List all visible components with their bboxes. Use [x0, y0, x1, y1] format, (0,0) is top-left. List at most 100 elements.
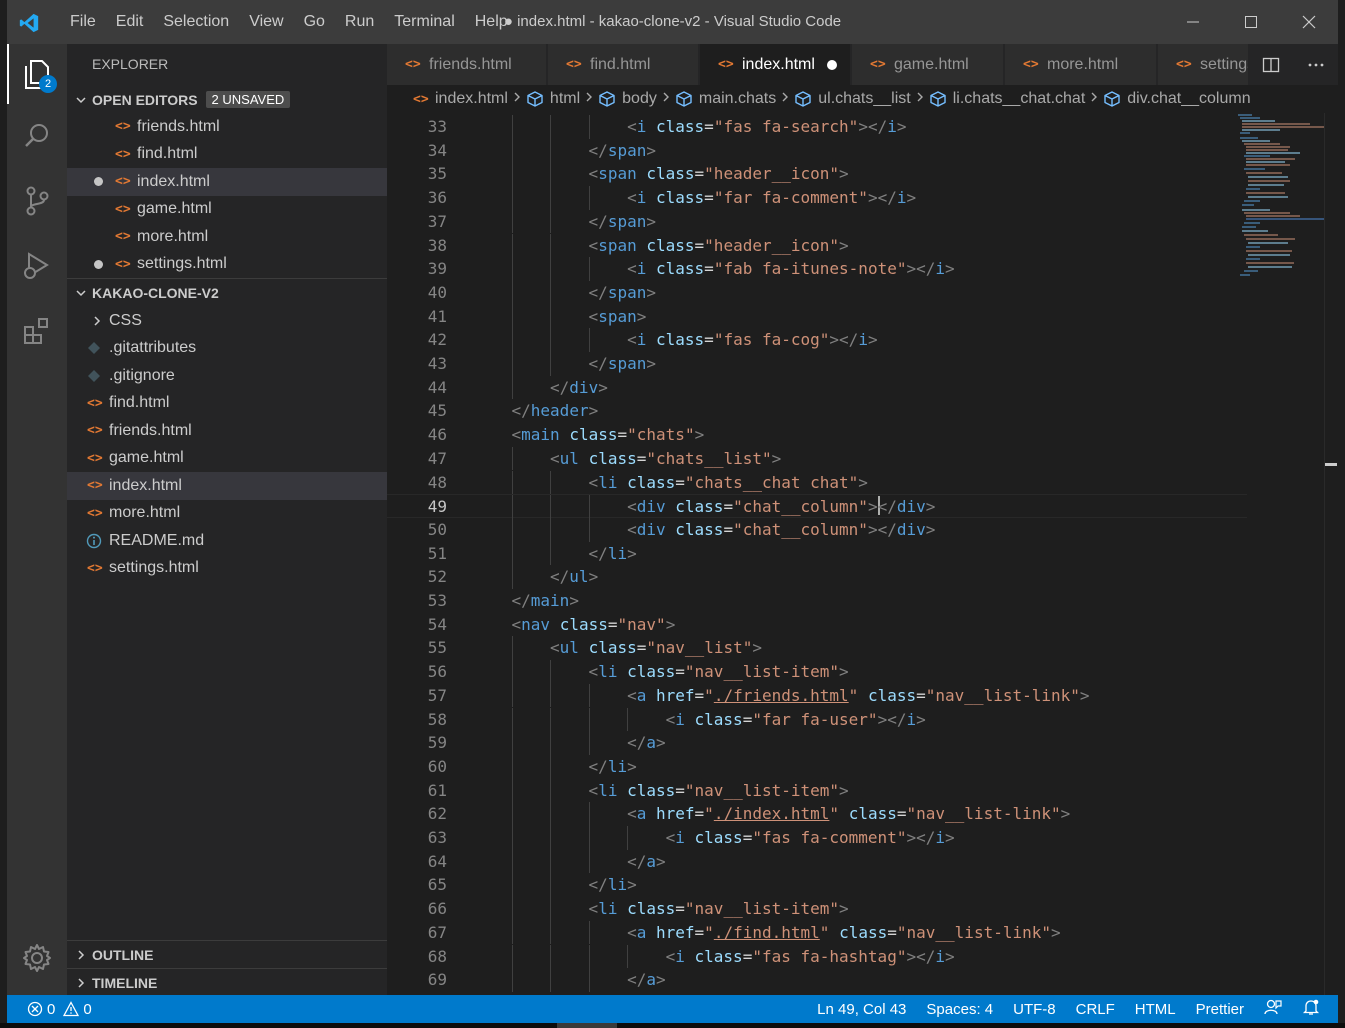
code-token: "fas fa-cog": [713, 330, 830, 350]
element-cube-icon: [794, 90, 812, 108]
indent-guide: [511, 944, 513, 969]
line-number: 61: [427, 780, 447, 800]
open-editor-label: game.html: [137, 200, 212, 218]
file-item[interactable]: .gitattributes: [67, 335, 387, 363]
extensions-button[interactable]: [7, 301, 67, 361]
tab-friends[interactable]: <> friends.html: [387, 44, 547, 85]
notifications-button[interactable]: [1292, 998, 1320, 1020]
split-editor-icon[interactable]: [1262, 56, 1280, 74]
file-item[interactable]: <> more.html: [67, 500, 387, 528]
code-token: "chats": [627, 425, 695, 445]
indent-guide: [588, 257, 590, 281]
code-token: main: [521, 425, 560, 445]
formatter[interactable]: Prettier: [1186, 1001, 1254, 1018]
indent-guide: [511, 304, 513, 329]
code-token: "fas fa-comment": [752, 828, 907, 847]
vscode-window: File Edit Selection View Go Run Terminal Help ●…: [7, 0, 1338, 1028]
menu-terminal[interactable]: Terminal: [384, 0, 464, 44]
search-button[interactable]: [7, 106, 67, 166]
breadcrumb-label: div.chat__column: [1127, 90, 1251, 107]
open-editor-item[interactable]: <> index.html: [67, 168, 387, 196]
menu-view[interactable]: View: [239, 0, 293, 44]
breadcrumb-item[interactable]: body: [598, 90, 657, 108]
code-text: <span class="header__icon">: [589, 162, 849, 186]
indent-guide: [511, 186, 513, 210]
file-item[interactable]: <> settings.html: [67, 555, 387, 583]
menu-file[interactable]: File: [60, 0, 106, 44]
menu-help[interactable]: Help: [465, 0, 518, 44]
source-control-button[interactable]: [7, 171, 67, 231]
code-token: </: [550, 567, 570, 587]
unsaved-dot-icon[interactable]: [826, 59, 837, 70]
menu-go[interactable]: Go: [294, 0, 335, 44]
end-of-line[interactable]: CRLF: [1066, 1001, 1125, 1018]
file-item[interactable]: <> index.html: [67, 472, 387, 500]
tab-more[interactable]: <> more.html: [1005, 44, 1157, 85]
open-editor-item[interactable]: <> find.html: [67, 141, 387, 169]
code-token: div: [896, 519, 926, 539]
unsaved-dot-icon: [94, 259, 103, 269]
code-token: class: [627, 899, 676, 919]
project-header[interactable]: KAKAO-CLONE-V2: [67, 279, 387, 306]
file-item[interactable]: <> find.html: [67, 390, 387, 418]
feedback-button[interactable]: [1254, 998, 1292, 1020]
indent-guide: [550, 683, 552, 708]
breadcrumb-label: index.html: [435, 90, 508, 107]
timeline-header[interactable]: TIMELINE: [67, 969, 387, 996]
file-item[interactable]: .gitignore: [67, 362, 387, 390]
breadcrumb-item[interactable]: ul.chats__list: [794, 90, 911, 108]
open-editor-item[interactable]: <> more.html: [67, 223, 387, 251]
breadcrumb-item[interactable]: main.chats: [675, 90, 776, 108]
maximize-button[interactable]: [1222, 0, 1280, 44]
code-text: </header>: [512, 399, 599, 423]
code-token: >: [858, 117, 868, 136]
menu-selection[interactable]: Selection: [153, 0, 239, 44]
folder-item[interactable]: CSS: [67, 307, 387, 335]
file-item[interactable]: README.md: [67, 527, 387, 555]
code-token: >: [925, 519, 936, 539]
open-editors-header[interactable]: OPEN EDITORS 2 UNSAVED: [67, 86, 387, 113]
tab-index[interactable]: <> index.html: [700, 44, 851, 85]
breadcrumb-item[interactable]: li.chats__chat.chat: [929, 90, 1085, 108]
breadcrumb-item[interactable]: <> index.html: [413, 90, 508, 108]
code-token: </: [511, 591, 531, 610]
code-line: 52 </ul>: [387, 565, 1247, 589]
outline-header[interactable]: OUTLINE: [67, 941, 387, 968]
open-editor-item[interactable]: <> friends.html: [67, 113, 387, 141]
tab-game[interactable]: <> game.html: [852, 44, 1004, 85]
code-editor[interactable]: 33 <i class="fas fa-search"></i> 34 </span>…: [387, 113, 1338, 995]
more-actions-icon[interactable]: [1307, 56, 1325, 74]
indent-guide: [511, 328, 513, 352]
run-debug-button[interactable]: [7, 236, 67, 296]
open-editor-item[interactable]: <> settings.html: [67, 251, 387, 279]
indent-guide: [550, 707, 552, 732]
file-label: .gitignore: [109, 366, 175, 384]
html-file-icon: <>: [115, 119, 131, 135]
vertical-scrollbar[interactable]: [1324, 113, 1338, 995]
open-editor-item[interactable]: <> game.html: [67, 196, 387, 224]
file-item[interactable]: <> game.html: [67, 445, 387, 473]
tab-find[interactable]: <> find.html: [548, 44, 699, 85]
encoding[interactable]: UTF-8: [1003, 1001, 1066, 1018]
menu-edit[interactable]: Edit: [106, 0, 154, 44]
manage-button[interactable]: [7, 928, 67, 988]
menu-run[interactable]: Run: [335, 0, 384, 44]
minimize-button[interactable]: [1164, 0, 1222, 44]
language-mode[interactable]: HTML: [1125, 1001, 1186, 1018]
tab-settings[interactable]: <> settings: [1158, 44, 1258, 85]
line-number: 47: [427, 448, 447, 468]
breadcrumb-item[interactable]: html: [526, 90, 580, 108]
cursor-position[interactable]: Ln 49, Col 43: [807, 1001, 916, 1018]
desktop-strip: [0, 1023, 1345, 1028]
problems-indicator[interactable]: 0 0: [27, 1001, 102, 1018]
file-label: settings.html: [109, 559, 199, 577]
code-text: <a href="./index.html" class="nav__list-…: [627, 802, 1070, 826]
breadcrumb-item[interactable]: div.chat__column: [1103, 90, 1251, 108]
explorer-button[interactable]: 2: [7, 44, 67, 104]
html-file-icon: <>: [115, 146, 131, 162]
indentation[interactable]: Spaces: 4: [916, 1001, 1003, 1018]
code-line: 38 <span class="header__icon">: [387, 233, 1247, 258]
close-button[interactable]: [1280, 0, 1338, 44]
file-item[interactable]: <> friends.html: [67, 417, 387, 445]
